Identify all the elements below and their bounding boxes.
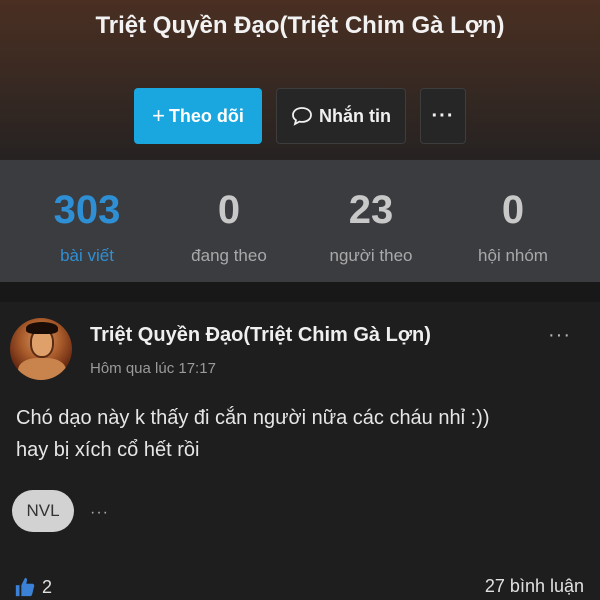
follow-button-label: Theo dõi (168, 105, 244, 126)
stat-label: hội nhóm (478, 246, 548, 265)
post-content: Chó dạo này k thấy đi cắn người nữa các … (16, 402, 576, 466)
stat-value: 0 (501, 188, 525, 232)
stat-value: 23 (348, 188, 394, 232)
stat-posts[interactable]: 303 bài viết (12, 160, 162, 266)
stat-value: 0 (217, 188, 241, 232)
stat-label: người theo (329, 246, 413, 265)
tag-avatar[interactable]: NVL (12, 490, 74, 532)
more-options-button[interactable]: ··· (420, 88, 466, 144)
stat-label: bài viết (60, 246, 114, 265)
stat-following[interactable]: 0 đang theo (154, 160, 304, 266)
post-text-line: hay bị xích cổ hết rồi (16, 439, 200, 461)
message-button-label: Nhắn tin (319, 105, 391, 126)
profile-stats: 303 bài viết 0 đang theo 23 người theo 0… (0, 160, 600, 282)
section-divider (0, 282, 600, 302)
comments-link[interactable]: 27 bình luận (485, 576, 584, 597)
post-card: Triệt Quyền Đạo(Triệt Chim Gà Lợn) Hôm q… (0, 302, 600, 600)
thumbs-up-icon (15, 577, 35, 597)
more-dots-icon: ··· (431, 105, 455, 127)
message-button[interactable]: Nhắn tin (276, 88, 406, 144)
post-timestamp[interactable]: Hôm qua lúc 17:17 (90, 360, 216, 377)
stat-value: 303 (53, 188, 121, 232)
profile-header: Triệt Quyền Đạo(Triệt Chim Gà Lợn) + The… (0, 0, 600, 160)
tag-options-button[interactable]: ··· (90, 504, 109, 522)
post-author-name[interactable]: Triệt Quyền Đạo(Triệt Chim Gà Lợn) (90, 324, 431, 347)
follow-button[interactable]: + Theo dõi (134, 88, 262, 144)
post-options-button[interactable]: ··· (548, 324, 571, 347)
chat-bubble-icon (292, 107, 312, 126)
stat-label: đang theo (191, 246, 267, 265)
like-button[interactable]: 2 (14, 576, 52, 598)
post-text-line: Chó dạo này k thấy đi cắn người nữa các … (16, 407, 490, 429)
stat-followers[interactable]: 23 người theo (296, 160, 446, 266)
profile-name: Triệt Quyền Đạo(Triệt Chim Gà Lợn) (95, 12, 505, 39)
like-count: 2 (42, 576, 53, 597)
plus-icon: + (152, 103, 165, 128)
stat-groups[interactable]: 0 hội nhóm (438, 160, 588, 266)
author-avatar[interactable] (10, 318, 72, 380)
